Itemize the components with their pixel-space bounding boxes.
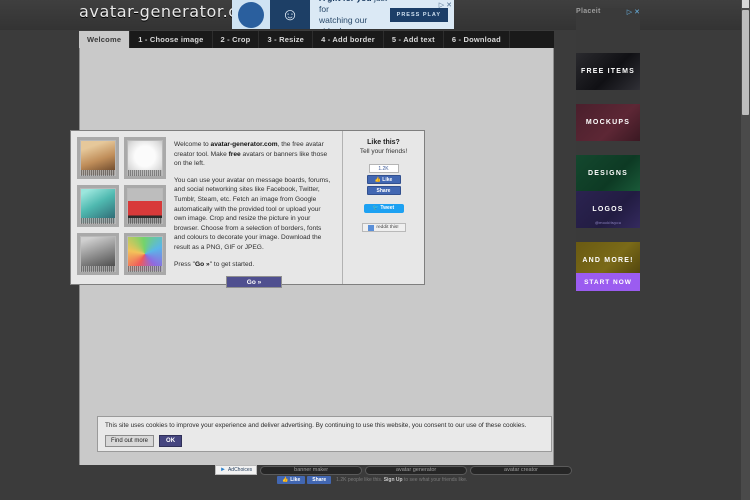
facebook-like-label: Like (382, 177, 393, 183)
adchoices-triangle-icon: ► (220, 467, 226, 473)
page-scrollbar[interactable] (741, 0, 750, 500)
go-button-row: Go » (174, 276, 334, 289)
welcome-p3-a: Press " (174, 260, 196, 268)
footer-facebook-social-text: 1.2K people like this. Sign Up to see wh… (336, 477, 467, 483)
fb-text-c: to see what your friends like. (402, 477, 468, 483)
ad-person-icon: ☺ (281, 5, 299, 24)
ad-press-play-button[interactable]: PRESS PLAY (389, 7, 448, 22)
avatar-sample-minecraft-skin[interactable] (124, 185, 166, 227)
go-button[interactable]: Go » (226, 276, 282, 289)
twitter-bird-icon: 🐦 (372, 205, 380, 211)
avatar-caption (81, 266, 115, 272)
twitter-tweet-button[interactable]: 🐦 Tweet (363, 204, 404, 213)
welcome-p1-a: Welcome to (174, 141, 211, 148)
footer-link-banner-maker[interactable]: banner maker (260, 465, 363, 475)
side-ad-card-mockups[interactable]: MOCKUPS (576, 104, 640, 141)
footer-adchoices-label: AdChoices (227, 467, 253, 473)
welcome-p1-free: free (228, 150, 241, 158)
ad-headline-line2: watching our video! (319, 14, 368, 30)
welcome-panel: Welcome to avatar-generator.com, the fre… (70, 130, 425, 289)
reddit-icon (368, 224, 375, 231)
avatar-caption (128, 266, 162, 272)
avatar-caption (128, 170, 162, 176)
welcome-p1-brand: avatar-generator.com (210, 141, 278, 148)
avatar-sample-anime-girl[interactable] (77, 185, 119, 227)
tab-choose-image[interactable]: 1 - Choose image (130, 31, 213, 48)
adchoices-icon[interactable]: ▷ ✕ (439, 1, 452, 9)
fb-text-a: 1.2K people like this. (336, 477, 384, 483)
ad-disc-icon (238, 1, 264, 28)
social-share-column: Like this? Tell your friends! 1.2K 👍 Lik… (342, 131, 424, 284)
tab-add-text[interactable]: 5 - Add text (384, 31, 444, 48)
footer-adchoices-badge[interactable]: ► AdChoices (215, 465, 258, 475)
avatar-sample-rainbow-pony[interactable] (124, 233, 166, 275)
footer-fb-like-label: Like (290, 477, 301, 483)
facebook-share-button[interactable]: Share (366, 186, 401, 195)
cookie-ok-button[interactable]: OK (159, 435, 183, 447)
ad-headline-bold: A gift for you (319, 0, 372, 3)
top-banner-ad[interactable]: ☺ A gift for you just for watching our v… (232, 0, 454, 29)
footer-link-avatar-generator[interactable]: avatar generator (365, 465, 468, 475)
cookie-actions: Find out more OK (105, 435, 544, 447)
side-ad-card-logos-sub: @mockitsyou (594, 220, 622, 225)
reddit-share-button[interactable]: reddit this! (361, 223, 406, 232)
tab-crop[interactable]: 2 - Crop (213, 31, 260, 48)
footer-facebook-share-button[interactable]: Share (307, 476, 332, 484)
side-ad-start-now-button[interactable]: START NOW (576, 273, 640, 291)
footer-facebook-widget: 👍 Like Share 1.2K people like this. Sign … (277, 475, 517, 485)
tab-welcome[interactable]: Welcome (79, 31, 131, 48)
tab-resize[interactable]: 3 - Resize (259, 31, 314, 48)
cookie-consent-banner: This site uses cookies to improve your e… (97, 416, 552, 452)
side-ad-card-logos[interactable]: LOGOS @mockitsyou (576, 191, 640, 228)
thumbs-up-icon: 👍 (374, 177, 381, 183)
ad-logo-disc-cell (232, 0, 270, 29)
avatar-sample-older-man[interactable] (77, 233, 119, 275)
wizard-tab-bar: Welcome 1 - Choose image 2 - Crop 3 - Re… (79, 31, 554, 48)
scrollbar-thumb[interactable] (742, 10, 749, 115)
fb-sign-up-link[interactable]: Sign Up (384, 477, 403, 483)
welcome-paragraph-3: Press "Go »" to get started. (174, 260, 334, 270)
welcome-p3-go: Go » (195, 260, 210, 268)
tab-add-border[interactable]: 4 - Add border (313, 31, 384, 48)
social-title: Like this? (367, 139, 400, 146)
footer-link-avatar-creator[interactable]: avatar creator (470, 465, 572, 475)
facebook-like-count: 1.2K (368, 164, 399, 173)
welcome-copy: Welcome to avatar-generator.com, the fre… (166, 131, 342, 289)
avatar-caption (81, 170, 115, 176)
avatar-sample-white-cat[interactable] (124, 137, 166, 179)
browser-page: avatar-generator.com ☺ A gift for you ju… (0, 0, 750, 500)
avatar-sample-man-blond[interactable] (77, 137, 119, 179)
side-ad-card-free-items[interactable]: FREE ITEMS (576, 53, 640, 90)
avatar-caption (81, 218, 115, 224)
reddit-label: reddit this! (376, 225, 399, 230)
footer-ad-links: ► AdChoices banner maker avatar generato… (215, 465, 572, 475)
thumbs-up-icon: 👍 (282, 477, 289, 483)
side-ad-adchoices-icon[interactable]: ▷ ✕ (627, 8, 640, 16)
welcome-paragraph-2: You can use your avatar on message board… (174, 176, 331, 251)
sidebar-skyscraper-ad[interactable]: Placeit ▷ ✕ FREE ITEMS MOCKUPS DESIGNS L… (576, 8, 640, 293)
cookie-message: This site uses cookies to improve your e… (105, 422, 527, 429)
find-out-more-button[interactable]: Find out more (105, 435, 155, 447)
ad-copy: A gift for you just for watching our vid… (310, 0, 390, 29)
social-subtitle: Tell your friends! (359, 148, 408, 155)
welcome-paragraph-1: Welcome to avatar-generator.com, the fre… (174, 140, 334, 169)
side-ad-card-logos-label: LOGOS (592, 206, 624, 213)
avatar-samples-grid (71, 131, 166, 284)
ad-figure-cell: ☺ (270, 0, 310, 29)
footer-facebook-like-button[interactable]: 👍 Like (277, 476, 306, 484)
facebook-like-button[interactable]: 👍 Like (366, 175, 401, 184)
scrollbar-up-arrow[interactable] (742, 0, 749, 8)
welcome-p3-c: " to get started. (209, 260, 255, 268)
tab-download[interactable]: 6 - Download (444, 31, 510, 48)
side-ad-card-designs[interactable]: DESIGNS (576, 155, 640, 192)
avatar-caption (128, 218, 162, 224)
twitter-tweet-label: Tweet (380, 205, 395, 211)
